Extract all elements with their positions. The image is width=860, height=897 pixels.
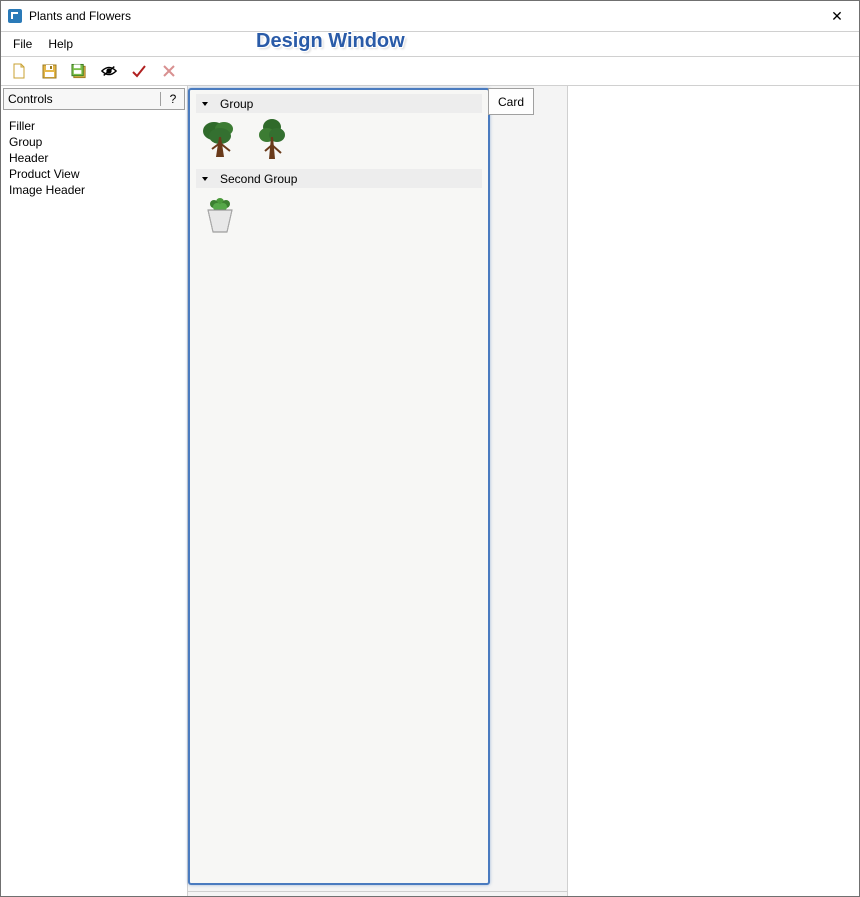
design-canvas[interactable]: Group bbox=[188, 86, 567, 896]
window-title: Plants and Flowers bbox=[29, 9, 815, 23]
save-button[interactable] bbox=[41, 63, 57, 79]
group-body-1 bbox=[190, 113, 488, 165]
save-all-button[interactable] bbox=[71, 63, 87, 79]
product-thumb-planter[interactable] bbox=[200, 194, 240, 234]
annotation-label: Design Window bbox=[256, 30, 405, 53]
properties-panel bbox=[567, 86, 859, 896]
menu-help[interactable]: Help bbox=[40, 35, 81, 53]
collapse-icon[interactable] bbox=[200, 175, 210, 183]
control-item-filler[interactable]: Filler bbox=[7, 118, 181, 134]
control-item-product-view[interactable]: Product View bbox=[7, 166, 181, 182]
main-body: Controls ? Filler Group Header Product V… bbox=[1, 86, 859, 896]
group-header-2[interactable]: Second Group bbox=[196, 169, 482, 188]
group-header-1[interactable]: Group bbox=[196, 94, 482, 113]
collapse-icon[interactable] bbox=[200, 100, 210, 108]
close-button[interactable]: ✕ bbox=[815, 1, 859, 31]
cancel-button[interactable] bbox=[161, 63, 177, 79]
group-label: Second Group bbox=[210, 172, 297, 186]
toolbar bbox=[1, 57, 859, 86]
new-file-button[interactable] bbox=[11, 63, 27, 79]
control-item-image-header[interactable]: Image Header bbox=[7, 182, 181, 198]
control-item-header[interactable]: Header bbox=[7, 150, 181, 166]
controls-list: Filler Group Header Product View Image H… bbox=[1, 112, 187, 204]
title-bar: Plants and Flowers ✕ bbox=[1, 1, 859, 32]
control-item-group[interactable]: Group bbox=[7, 134, 181, 150]
controls-header-label: Controls bbox=[8, 92, 160, 106]
card-button[interactable]: Card bbox=[488, 88, 534, 115]
design-window[interactable]: Group bbox=[188, 88, 490, 885]
controls-panel: Controls ? Filler Group Header Product V… bbox=[1, 86, 188, 896]
accept-button[interactable] bbox=[131, 63, 147, 79]
controls-header: Controls ? bbox=[3, 88, 185, 110]
preview-hidden-button[interactable] bbox=[101, 63, 117, 79]
product-thumb-tree-1[interactable] bbox=[200, 119, 240, 159]
app-window: Plants and Flowers ✕ File Help Design Wi… bbox=[0, 0, 860, 897]
group-label: Group bbox=[210, 97, 253, 111]
group-body-2 bbox=[190, 188, 488, 240]
app-icon bbox=[7, 8, 23, 24]
menu-file[interactable]: File bbox=[5, 35, 40, 53]
help-icon[interactable]: ? bbox=[160, 92, 180, 106]
menu-bar: File Help Design Window bbox=[1, 32, 859, 57]
divider bbox=[188, 891, 568, 896]
close-icon: ✕ bbox=[831, 8, 843, 25]
product-thumb-tree-2[interactable] bbox=[252, 119, 292, 159]
